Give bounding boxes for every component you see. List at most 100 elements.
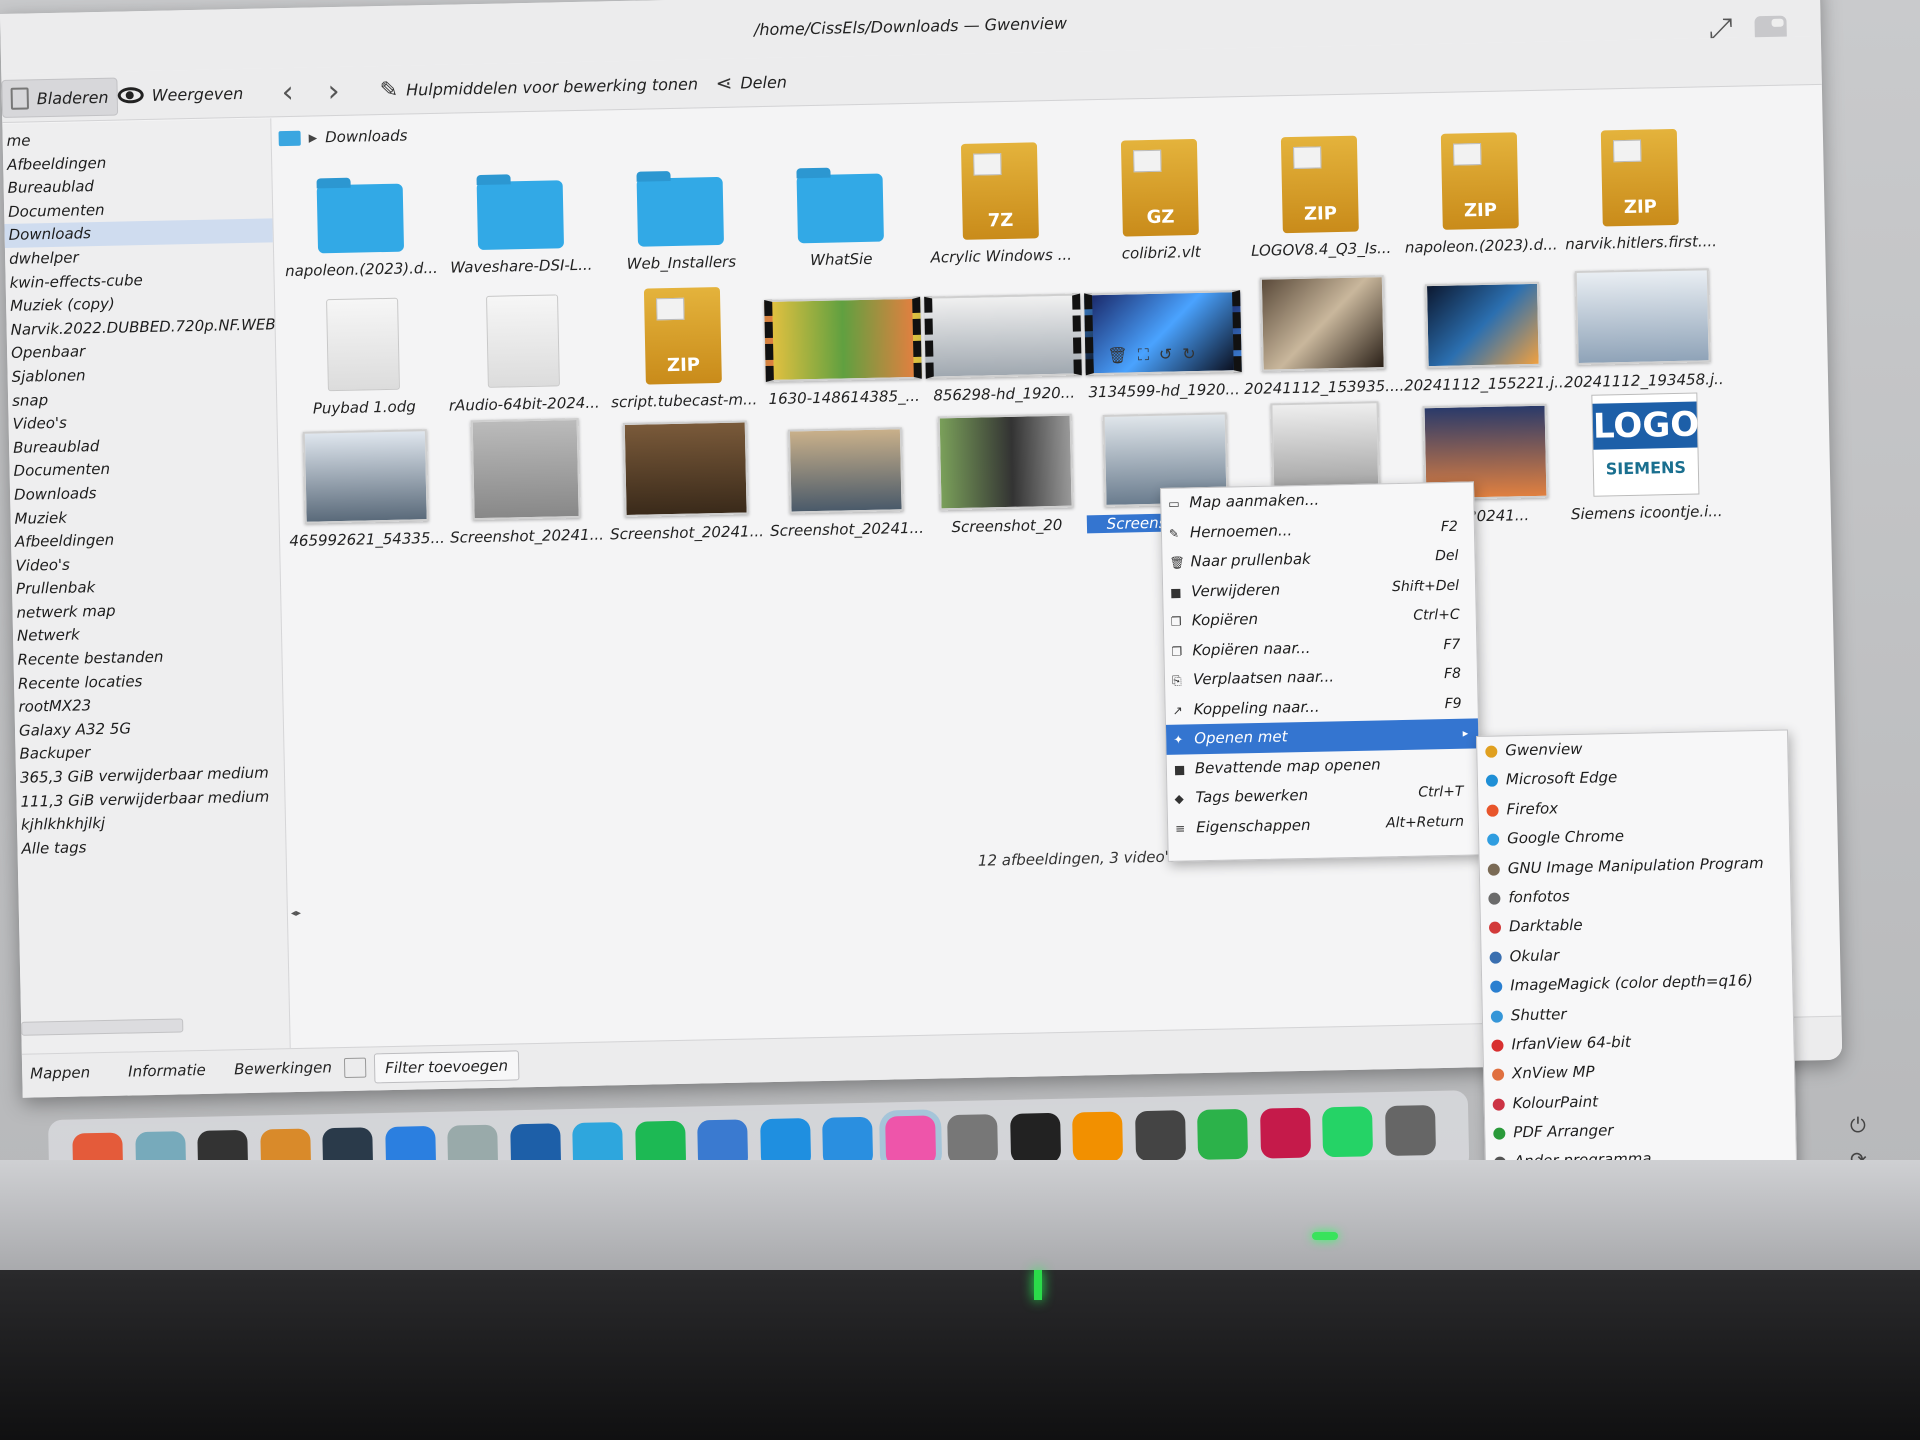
archive-tile[interactable]: ZIP napoleon.(2023).d... — [1399, 131, 1562, 262]
image-tile[interactable]: Screenshot_20241... — [765, 415, 928, 546]
video-tile[interactable]: 856298-hd_1920... — [922, 269, 1085, 410]
sidebar-scroll-arrows[interactable]: ◂▸ — [291, 908, 301, 919]
video-tile[interactable]: 3134599-hd_1920... — [1082, 266, 1245, 407]
video-thumbnail — [924, 293, 1082, 379]
open-with-label: fonfotos — [1508, 887, 1570, 907]
tab-information[interactable]: Informatie — [128, 1061, 206, 1081]
file-label: napoleon.(2023).d... — [284, 258, 438, 281]
view-button[interactable]: Weergeven — [109, 75, 251, 114]
image-thumbnail — [787, 427, 904, 514]
image-tile[interactable]: 20241112_155221.j... — [1402, 259, 1565, 400]
logo-tile[interactable]: LOGO SIEMENS Siemens icoontje.i... — [1564, 392, 1727, 529]
add-filter-button[interactable]: Filter toevoegen — [373, 1050, 520, 1084]
doc-tile[interactable]: Puybad 1.odg — [282, 283, 445, 424]
open-with-label: Shutter — [1510, 1004, 1567, 1024]
image-tile[interactable]: Screenshot_20241... — [445, 417, 608, 552]
file-label: rAudio-64bit-2024... — [448, 393, 600, 415]
app-icon — [1493, 1127, 1506, 1140]
menu-item-label: Verplaatsen naar... — [1192, 667, 1335, 689]
energy-icon[interactable] — [1197, 1108, 1249, 1160]
archive-tile[interactable]: 7Z Acrylic Windows ... — [919, 141, 1082, 272]
document-icon — [486, 294, 560, 388]
file-label: 1630-148614385_... — [768, 386, 921, 408]
edit-tools-button[interactable]: ✎ Hulpmiddelen voor bewerking tonen — [371, 65, 706, 108]
image-tile[interactable]: 465992621_54335... — [285, 425, 448, 556]
browse-icon — [10, 87, 30, 110]
image-tile[interactable]: Screenshot_20241... — [605, 418, 768, 549]
app-icon — [1488, 892, 1501, 905]
folder-tile[interactable]: WhatSie — [759, 145, 922, 276]
folder-tile[interactable]: napoleon.(2023).d... — [279, 155, 442, 286]
logo-subtext: SIEMENS — [1605, 457, 1687, 479]
fullscreen-icon[interactable]: ⛶ — [1137, 345, 1149, 365]
sidebar-scrollbar[interactable] — [21, 1018, 184, 1036]
share-icon: ⋖ — [715, 70, 733, 96]
image-tile[interactable]: Screenshot_20 — [925, 411, 1088, 542]
rotate-left-icon[interactable]: ↺ — [1159, 345, 1173, 365]
archive-tile[interactable]: GZ colibri2.vlt — [1079, 138, 1242, 269]
app-icon — [1485, 745, 1498, 758]
raspberry-icon[interactable] — [1259, 1107, 1311, 1159]
image-thumbnail — [1259, 275, 1386, 372]
app-icon — [1490, 980, 1503, 993]
open-with-label: Firefox — [1506, 799, 1559, 819]
vlc-icon[interactable] — [1072, 1111, 1124, 1163]
settings-icon[interactable] — [947, 1114, 999, 1166]
open-with-label: Google Chrome — [1506, 827, 1625, 848]
archive-icon: ZIP — [1600, 128, 1679, 227]
menu-item-shortcut: F9 — [1444, 695, 1462, 712]
new-folder-icon: ▭ — [1168, 496, 1180, 511]
sidebar-toggle-icon[interactable] — [343, 1057, 367, 1079]
power-icon[interactable]: ⏻ — [1850, 1108, 1867, 1142]
video-tile[interactable]: 1630-148614385_... — [762, 273, 925, 414]
chevron-right-icon: › — [327, 73, 341, 109]
thumbnail-grid: napoleon.(2023).d... Waveshare-DSI-L... We… — [279, 126, 1809, 550]
archive-tile[interactable]: ZIP LOGOV8.4_Q3_Is... — [1239, 135, 1402, 266]
terminal-icon[interactable] — [1009, 1112, 1061, 1164]
menu-item-shortcut: F2 — [1440, 518, 1459, 535]
file-label: 465992621_54335... — [289, 528, 445, 551]
image-tile[interactable]: 20241112_153935.... — [1242, 263, 1405, 404]
menu-item-label: Naar prullenbak — [1190, 549, 1311, 571]
screenshot-icon[interactable] — [1384, 1104, 1436, 1156]
menu-item-label: Kopiëren naar... — [1192, 638, 1311, 659]
desk-led — [1034, 1270, 1042, 1300]
open-with-label: ImageMagick (color depth=q16) — [1510, 971, 1754, 995]
open-with-label: XnView MP — [1511, 1062, 1595, 1083]
file-label: Web_Installers — [626, 252, 737, 273]
rotate-right-icon[interactable]: ↻ — [1182, 344, 1196, 364]
doc-tile[interactable]: rAudio-64bit-2024... — [442, 279, 605, 420]
folder-tile[interactable]: Waveshare-DSI-L... — [439, 151, 602, 282]
archive-tile[interactable]: ZIP script.tubecast-m... — [602, 276, 765, 417]
trash-icon[interactable]: 🗑 — [1107, 345, 1128, 365]
menu-item[interactable]: ≡ Eigenschappen Alt+Return — [1168, 807, 1481, 843]
breadcrumb-item-downloads[interactable]: Downloads — [325, 126, 408, 146]
app-icon — [1487, 833, 1500, 846]
sidebar-item[interactable]: Alle tags — [17, 832, 285, 861]
share-button[interactable]: ⋖ Delen — [707, 63, 795, 101]
app-icon — [1488, 921, 1502, 935]
menu-item-shortcut: Shift+Del — [1391, 577, 1460, 595]
menu-item-label: Kopiëren — [1191, 609, 1259, 630]
archive-badge: GZ — [1146, 206, 1175, 229]
menu-item-shortcut: F7 — [1443, 636, 1461, 653]
eye-icon — [117, 87, 144, 104]
calculator-icon[interactable] — [1134, 1110, 1186, 1162]
edit-tools-label: Hulpmiddelen voor bewerking tonen — [405, 73, 699, 100]
back-button[interactable]: ‹ — [273, 74, 302, 111]
archive-tile[interactable]: ZIP narvik.hitlers.first.... — [1559, 128, 1722, 259]
archive-badge: ZIP — [1303, 203, 1338, 225]
whatsapp-icon[interactable] — [1322, 1106, 1374, 1158]
properties-icon: ≡ — [1174, 821, 1186, 836]
file-label: colibri2.vlt — [1121, 242, 1201, 263]
forward-button[interactable]: › — [319, 73, 348, 110]
folder-tile[interactable]: Web_Installers — [599, 148, 762, 279]
document-icon — [326, 297, 400, 392]
tab-operations[interactable]: Bewerkingen — [234, 1058, 332, 1078]
photos-icon[interactable] — [884, 1115, 936, 1167]
archive-icon: ZIP — [643, 286, 722, 385]
tab-folders[interactable]: Mappen — [30, 1063, 90, 1082]
app-icon — [1487, 863, 1500, 876]
browse-button[interactable]: Bladeren — [1, 77, 119, 118]
image-tile[interactable]: 20241112_193458.j... — [1561, 256, 1724, 397]
